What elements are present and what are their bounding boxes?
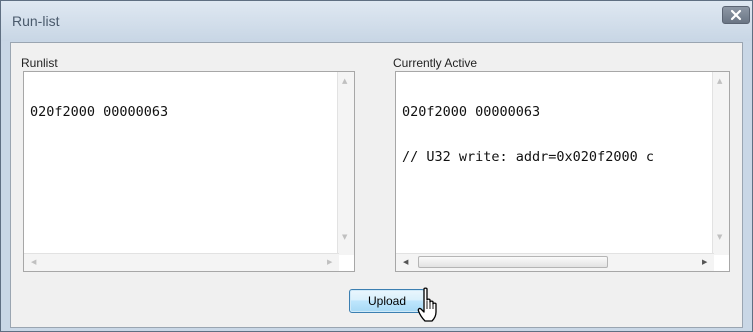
- dialog-body: Runlist 020f2000 00000063 ▲ ▼ ◀ ▶ Curren…: [10, 42, 743, 328]
- runlist-horizontal-scrollbar[interactable]: ◀ ▶: [24, 253, 339, 271]
- currently-active-label: Currently Active: [393, 56, 478, 70]
- title-bar[interactable]: Run-list: [1, 1, 752, 41]
- scroll-down-icon[interactable]: ▼: [717, 234, 722, 241]
- scroll-down-icon[interactable]: ▼: [342, 234, 347, 241]
- runlist-window: Run-list Runlist 020f2000 00000063 ▲ ▼ ◀…: [0, 0, 753, 332]
- scrollbar-thumb[interactable]: [418, 256, 608, 268]
- scroll-left-icon[interactable]: ◀: [31, 259, 36, 266]
- active-vertical-scrollbar[interactable]: ▲ ▼: [712, 72, 729, 255]
- scroll-right-icon[interactable]: ▶: [702, 259, 707, 266]
- scroll-right-icon[interactable]: ▶: [327, 259, 332, 266]
- currently-active-textarea[interactable]: 020f2000 00000063 // U32 write: addr=0x0…: [395, 71, 730, 272]
- scroll-up-icon[interactable]: ▲: [342, 78, 347, 85]
- runlist-vertical-scrollbar[interactable]: ▲ ▼: [337, 72, 354, 255]
- runlist-textarea[interactable]: 020f2000 00000063 ▲ ▼ ◀ ▶: [23, 71, 355, 272]
- active-line: 020f2000 00000063: [402, 104, 541, 120]
- scroll-left-icon[interactable]: ◀: [403, 259, 408, 266]
- hand-cursor-icon: [417, 287, 437, 322]
- runlist-content: 020f2000 00000063: [30, 75, 168, 150]
- upload-button[interactable]: Upload: [349, 289, 425, 313]
- window-title: Run-list: [12, 13, 60, 29]
- runlist-line: 020f2000 00000063: [30, 104, 169, 120]
- active-line: // U32 write: addr=0x020f2000 c: [402, 149, 654, 165]
- runlist-label: Runlist: [21, 56, 58, 70]
- currently-active-content: 020f2000 00000063 // U32 write: addr=0x0…: [402, 75, 654, 195]
- active-horizontal-scrollbar[interactable]: ◀ ▶: [396, 253, 714, 271]
- scroll-up-icon[interactable]: ▲: [717, 78, 722, 85]
- close-icon: [730, 9, 742, 21]
- close-button[interactable]: [722, 6, 750, 24]
